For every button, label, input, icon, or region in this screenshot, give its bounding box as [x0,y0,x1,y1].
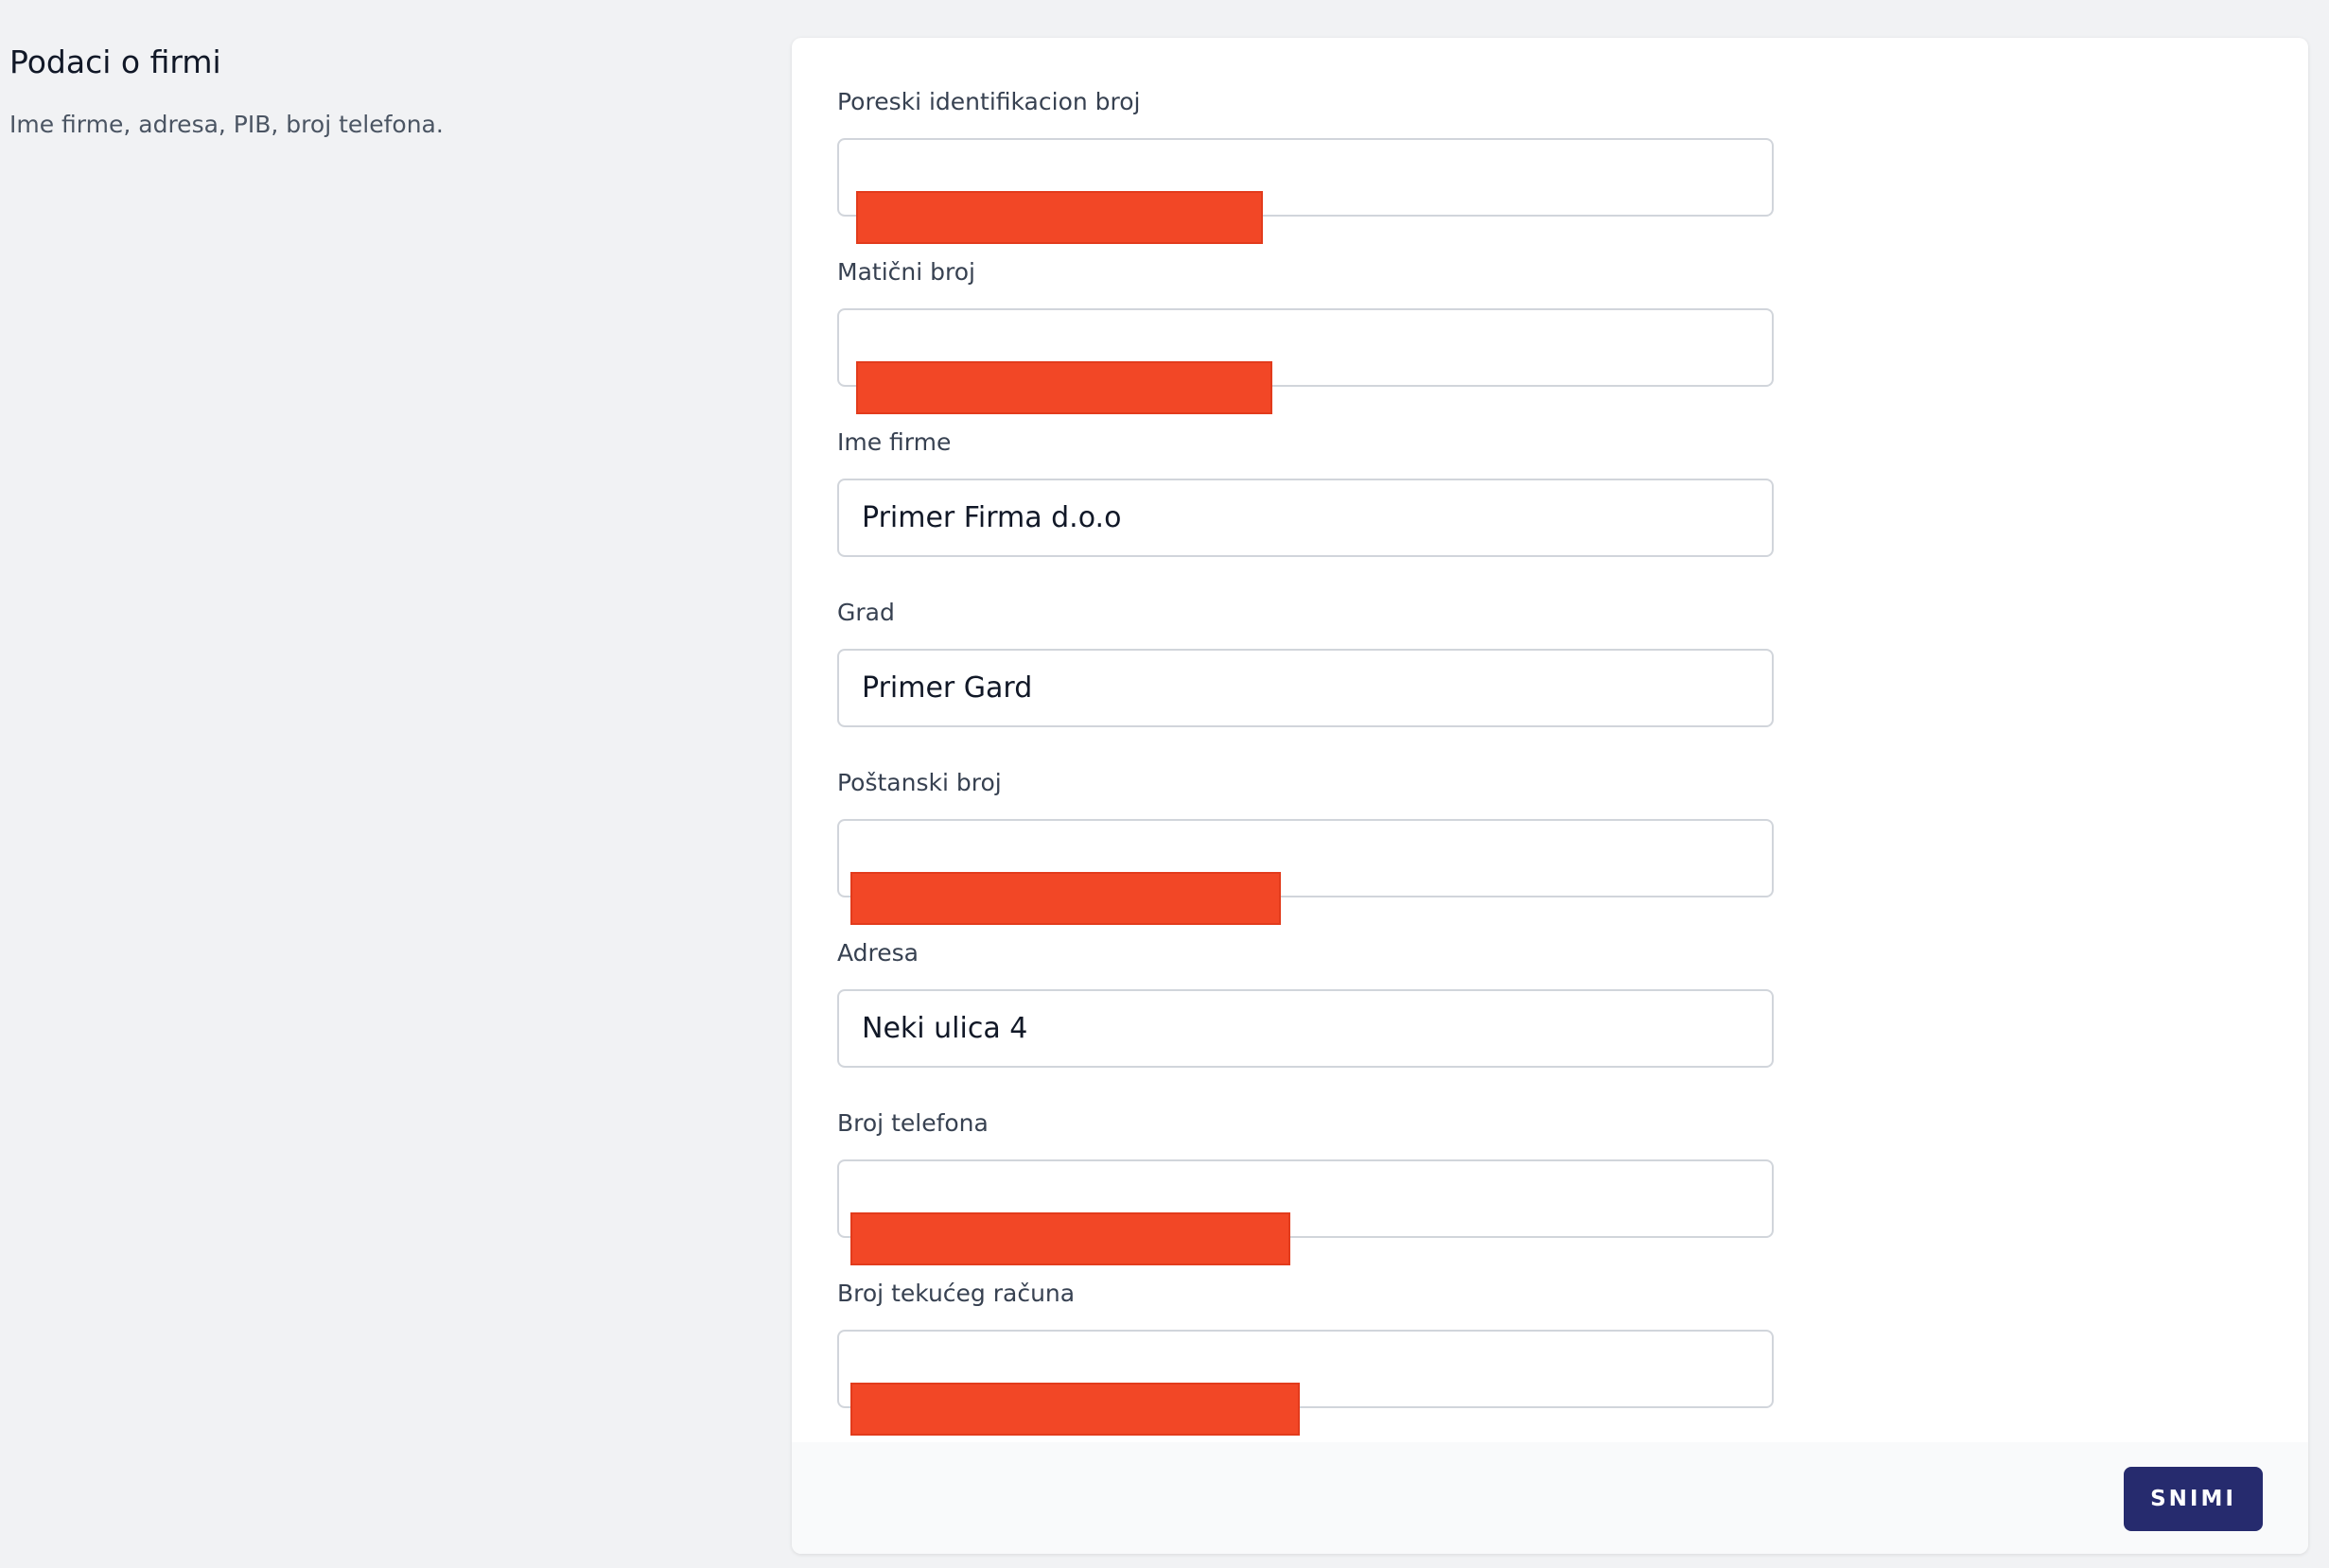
field-label: Matični broj [837,258,975,286]
section-description: Ime firme, adresa, PIB, broj telefona. [9,111,444,138]
redaction-block [856,361,1272,414]
field-label: Grad [837,599,895,626]
redaction-block [856,191,1263,244]
city-input[interactable]: Primer Gard [837,649,1774,727]
field-phone: Broj telefona [837,1106,1774,1265]
field-postal-code: Poštanski broj [837,766,1774,925]
address-input[interactable]: Neki ulica 4 [837,989,1774,1068]
form-footer: SNIMI [792,1442,2308,1554]
field-label: Adresa [837,939,919,967]
company-name-input[interactable]: Primer Firma d.o.o [837,479,1774,557]
field-label: Broj tekućeg računa [837,1280,1076,1307]
field-city: Grad Primer Gard [837,596,1774,727]
field-label: Poštanski broj [837,769,1002,796]
field-label: Ime firme [837,428,952,456]
company-form-card: Poreski identifikacion broj Matični broj… [792,38,2308,1554]
field-label: Poreski identifikacion broj [837,88,1141,115]
field-pib: Poreski identifikacion broj [837,85,1774,244]
field-address: Adresa Neki ulica 4 [837,936,1774,1068]
field-maticni-broj: Matični broj [837,255,1774,414]
redaction-block [850,1212,1290,1265]
field-company-name: Ime firme Primer Firma d.o.o [837,426,1774,557]
save-button[interactable]: SNIMI [2124,1467,2263,1531]
field-bank-account: Broj tekućeg računa [837,1277,1774,1436]
section-title: Podaci o firmi [9,44,221,80]
redaction-block [850,1383,1300,1436]
field-label: Broj telefona [837,1109,989,1137]
redaction-block [850,872,1281,925]
section-info: Podaci o firmi Ime firme, adresa, PIB, b… [9,38,766,144]
